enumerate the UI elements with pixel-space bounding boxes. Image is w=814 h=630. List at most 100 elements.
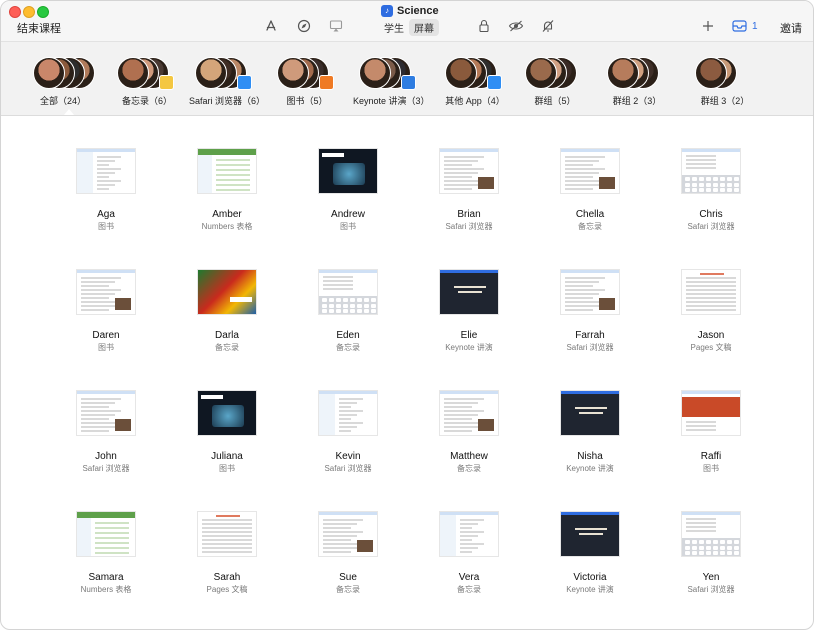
student-app-name: 图书: [98, 222, 114, 231]
classroom-window: 结束课程 ♪ Science 学生 屏幕 1 邀请 全部（24） 备忘录（6） …: [0, 0, 814, 630]
group-label: 群组 3（2）: [700, 96, 750, 106]
avatar: [359, 57, 391, 89]
student-card[interactable]: Victoria Keynote 讲演: [540, 479, 640, 594]
mute-bell-icon[interactable]: [540, 18, 556, 34]
student-name: Sue: [339, 572, 357, 583]
student-card[interactable]: Nisha Keynote 讲演: [540, 358, 640, 473]
view-segmented-control: 学生 屏幕: [379, 18, 439, 36]
student-card[interactable]: Sue 备忘录: [298, 479, 398, 594]
group-label: 群组 2（3）: [612, 96, 662, 106]
student-name: Brian: [457, 209, 481, 220]
student-app-name: Safari 浏览器: [687, 585, 735, 594]
tab-students[interactable]: 学生: [379, 19, 409, 36]
student-group[interactable]: Safari 浏览器（6）: [189, 42, 265, 115]
student-group[interactable]: 图书（5）: [271, 42, 343, 115]
student-group[interactable]: 群组 2（3）: [601, 42, 673, 115]
student-card[interactable]: John Safari 浏览器: [56, 358, 156, 473]
student-name: Raffi: [700, 451, 722, 462]
student-app-name: Safari 浏览器: [445, 222, 493, 231]
app-store-icon[interactable]: [263, 18, 279, 34]
lock-icon[interactable]: [476, 18, 492, 34]
app-badge-icon: [159, 75, 174, 90]
student-name: Matthew: [450, 451, 488, 462]
student-card[interactable]: Elie Keynote 讲演: [419, 237, 519, 352]
student-name: Chris: [699, 209, 723, 220]
student-app-name: 图书: [98, 343, 114, 352]
airplay-icon[interactable]: [328, 18, 344, 34]
student-card[interactable]: Sarah Pages 文稿: [177, 479, 277, 594]
screen-thumbnail: [76, 269, 136, 315]
screen-thumbnail: [76, 390, 136, 436]
student-card[interactable]: Raffi 图书: [661, 358, 761, 473]
student-name: John: [95, 451, 117, 462]
end-class-button[interactable]: 结束课程: [17, 20, 61, 36]
screen-thumbnail: [560, 511, 620, 557]
student-card[interactable]: Andrew 图书: [298, 116, 398, 231]
screen-thumbnail: [197, 511, 257, 557]
add-icon[interactable]: [700, 18, 716, 34]
student-group[interactable]: 其他 App（4）: [439, 42, 511, 115]
student-card[interactable]: Juliana 图书: [177, 358, 277, 473]
student-card[interactable]: Daren 图书: [56, 237, 156, 352]
student-name: Nisha: [577, 451, 603, 462]
student-name: Farrah: [575, 330, 605, 341]
avatar: [695, 57, 727, 89]
inbox-icon[interactable]: [731, 18, 747, 34]
student-card[interactable]: Chella 备忘录: [540, 116, 640, 231]
student-card[interactable]: Samara Numbers 表格: [56, 479, 156, 594]
student-app-name: Safari 浏览器: [687, 222, 735, 231]
screen-thumbnail: [197, 269, 257, 315]
student-app-name: 备忘录: [457, 585, 481, 594]
student-card[interactable]: Darla 备忘录: [177, 237, 277, 352]
title-bar: 结束课程 ♪ Science 学生 屏幕 1 邀请: [1, 1, 813, 42]
student-app-name: Numbers 表格: [80, 585, 132, 594]
hide-eye-icon[interactable]: [508, 18, 524, 34]
student-card[interactable]: Kevin Safari 浏览器: [298, 358, 398, 473]
student-card[interactable]: Vera 备忘录: [419, 479, 519, 594]
student-app-name: Safari 浏览器: [566, 343, 614, 352]
student-app-name: 备忘录: [336, 343, 360, 352]
group-label: Keynote 讲演（3）: [353, 96, 430, 106]
student-card[interactable]: Eden 备忘录: [298, 237, 398, 352]
group-label: 全部（24）: [39, 96, 86, 106]
student-app-name: 备忘录: [578, 222, 602, 231]
screen-thumbnail: [439, 390, 499, 436]
student-group[interactable]: 群组 3（2）: [689, 42, 761, 115]
tab-screens[interactable]: 屏幕: [409, 18, 439, 36]
student-app-name: 图书: [219, 464, 235, 473]
screen-thumbnail: [318, 148, 378, 194]
student-card[interactable]: Brian Safari 浏览器: [419, 116, 519, 231]
student-card[interactable]: Chris Safari 浏览器: [661, 116, 761, 231]
student-card[interactable]: Yen Safari 浏览器: [661, 479, 761, 594]
student-card[interactable]: Matthew 备忘录: [419, 358, 519, 473]
student-group[interactable]: 备忘录（6）: [111, 42, 183, 115]
zoom-window-button[interactable]: [37, 6, 49, 18]
student-name: Daren: [92, 330, 120, 341]
compass-icon[interactable]: [296, 18, 312, 34]
student-group[interactable]: 群组（5）: [519, 42, 591, 115]
student-name: Darla: [215, 330, 239, 341]
student-name: Chella: [575, 209, 605, 220]
student-name: Andrew: [331, 209, 365, 220]
invite-button[interactable]: 邀请: [780, 20, 802, 36]
avatar: [33, 57, 65, 89]
close-window-button[interactable]: [9, 6, 21, 18]
avatar: [195, 57, 227, 89]
student-name: Yen: [702, 572, 720, 583]
minimize-window-button[interactable]: [23, 6, 35, 18]
screen-thumbnail: [197, 390, 257, 436]
student-group[interactable]: 全部（24）: [27, 42, 99, 115]
student-name: Jason: [697, 330, 725, 341]
class-name: Science: [397, 5, 439, 17]
student-app-name: Pages 文稿: [206, 585, 248, 594]
student-card[interactable]: Aga 图书: [56, 116, 156, 231]
student-card[interactable]: Amber Numbers 表格: [177, 116, 277, 231]
student-card[interactable]: Jason Pages 文稿: [661, 237, 761, 352]
app-badge-icon: [237, 75, 252, 90]
student-group[interactable]: Keynote 讲演（3）: [353, 42, 430, 115]
student-app-name: Keynote 讲演: [445, 343, 493, 352]
student-card[interactable]: Farrah Safari 浏览器: [540, 237, 640, 352]
student-name: Vera: [458, 572, 480, 583]
classroom-app-icon: ♪: [381, 5, 393, 17]
screen-thumbnail: [439, 148, 499, 194]
